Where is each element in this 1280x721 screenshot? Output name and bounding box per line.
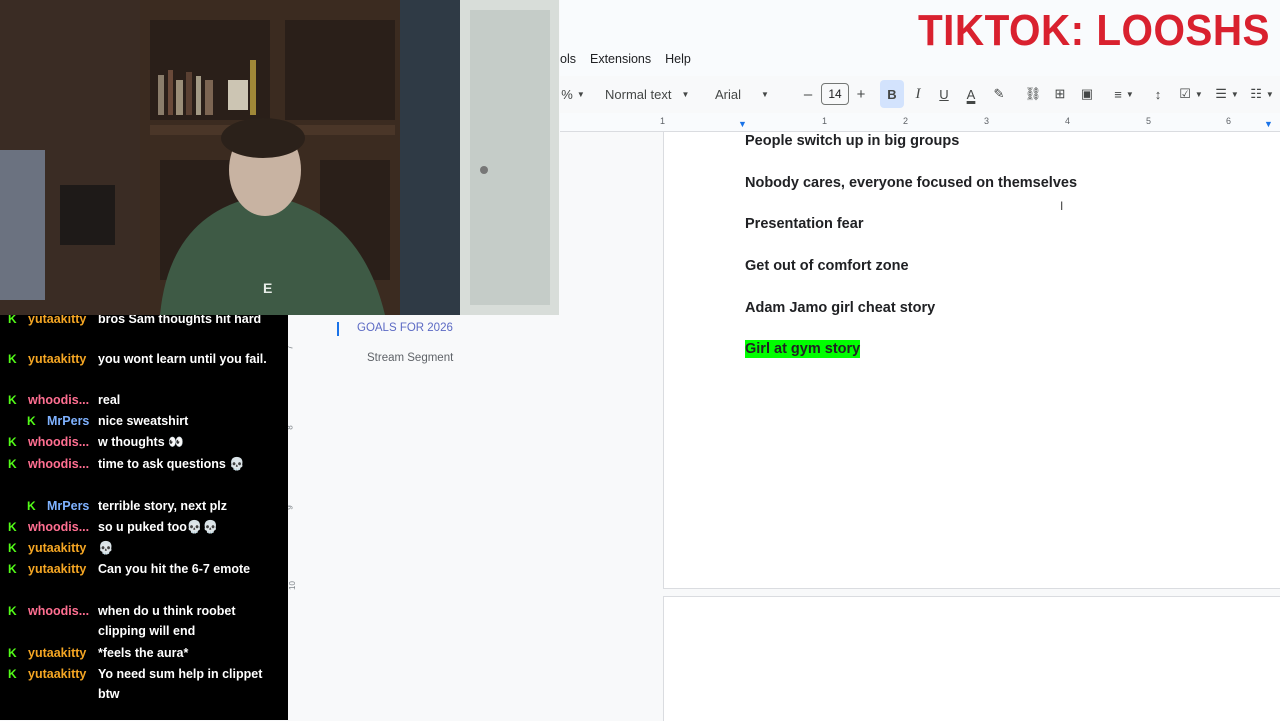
doc-line-highlighted: Girl at gym story [745, 340, 861, 358]
tiktok-overlay: TIKTOK: LOOSHS [918, 6, 1271, 55]
chat-text: Can you hit the 6-7 emote [98, 562, 251, 576]
menu-bar: ols Extensions Help [560, 52, 705, 70]
chat-text: so u puked too💀💀 [98, 520, 219, 534]
text-color-button[interactable]: A [960, 80, 982, 108]
chat-username[interactable]: yutaakitty [28, 643, 86, 663]
chat-text: nice sweatshirt [98, 414, 189, 428]
chat-username[interactable]: yutaakitty [28, 559, 86, 579]
align-icon[interactable]: ≡ ▼ [1109, 80, 1139, 108]
indent-marker-icon[interactable]: ▼ [738, 119, 747, 129]
kick-badge-icon: K [8, 562, 17, 576]
bold-button[interactable]: B [880, 80, 904, 108]
kick-badge-icon: K [8, 604, 17, 618]
outline-active-marker [337, 322, 339, 336]
chat-text: you wont learn until you fail. [98, 352, 267, 366]
kick-badge-icon: K [8, 393, 17, 407]
text-cursor-icon: I [1060, 199, 1064, 213]
comment-icon[interactable]: ⊞ [1049, 80, 1071, 108]
link-icon[interactable]: ⛓ [1022, 80, 1044, 108]
chat-text: when do u think roobet clipping will end [98, 604, 236, 638]
doc-line: Adam Jamo girl cheat story [745, 300, 936, 316]
outline-item-stream-segment[interactable]: Stream Segment [367, 352, 453, 364]
style-select[interactable]: Normal text ▼ [605, 80, 697, 108]
chat-text: 💀 [98, 541, 114, 555]
italic-button[interactable]: I [907, 80, 929, 108]
chat-username[interactable]: whoodis... [28, 432, 89, 452]
increase-size-button[interactable]: + [852, 80, 870, 108]
numbered-list-icon[interactable]: ☷ ▼ [1247, 80, 1277, 108]
chat-text: bros Sam thoughts hit hard [98, 315, 262, 326]
kick-badge-icon: K [8, 435, 17, 449]
chat-username[interactable]: yutaakitty [28, 349, 86, 369]
font-select[interactable]: Arial ▼ [715, 80, 785, 108]
doc-line: Presentation fear [745, 216, 864, 232]
chat-username[interactable]: yutaakitty [28, 315, 86, 329]
doc-line: People switch up in big groups [745, 133, 960, 149]
hoodie-letter: E [263, 280, 272, 296]
document-page-next[interactable] [663, 596, 1280, 721]
line-spacing-icon[interactable]: ↕ [1147, 80, 1169, 108]
webcam-scene: E [0, 0, 559, 315]
vertical-ruler: 7 8 9 10 [286, 315, 303, 720]
decrease-size-button[interactable]: – [799, 80, 817, 108]
bullet-list-icon[interactable]: ☰ ▼ [1211, 80, 1243, 108]
kick-badge-icon: K [8, 520, 17, 534]
webcam-feed: E [0, 0, 559, 315]
chevron-down-icon: ▼ [681, 89, 690, 99]
kick-badge-icon: K [8, 457, 17, 471]
document-page[interactable] [663, 132, 1280, 589]
doc-line: Nobody cares, everyone focused on themse… [745, 175, 1078, 191]
chat-text: terrible story, next plz [98, 499, 227, 513]
kick-badge-icon: K [8, 646, 17, 660]
font-size-field[interactable]: 14 [820, 80, 850, 108]
doc-line: Get out of comfort zone [745, 258, 909, 274]
underline-button[interactable]: U [933, 80, 955, 108]
chat-username[interactable]: whoodis... [28, 601, 89, 621]
chat-username[interactable]: yutaakitty [28, 538, 86, 558]
chevron-down-icon: ▼ [761, 89, 769, 99]
chat-username[interactable]: whoodis... [28, 454, 89, 474]
chat-text: real [98, 393, 121, 407]
chat-username[interactable]: MrPers [47, 496, 89, 516]
menu-extensions[interactable]: Extensions [590, 52, 651, 70]
image-icon[interactable]: ▣ [1076, 80, 1098, 108]
kick-badge-icon: K [8, 315, 17, 326]
chat-username[interactable]: whoodis... [28, 517, 89, 537]
chat-username[interactable]: MrPers [47, 411, 89, 431]
chevron-down-icon: ▼ [576, 89, 585, 99]
kick-badge-icon: K [8, 667, 17, 681]
kick-badge-icon: K [8, 352, 17, 366]
chat-text: *feels the aura* [98, 646, 189, 660]
chat-username[interactable]: yutaakitty [28, 664, 86, 684]
chat-text: time to ask questions 💀 [98, 457, 245, 471]
menu-tools[interactable]: ols [560, 52, 576, 70]
kick-badge-icon: K [27, 414, 36, 428]
outline-item-goals[interactable]: GOALS FOR 2026 [357, 322, 453, 334]
toolbar: % ▼ Normal text ▼ Arial ▼ – 14 + B I U A ✎ … [555, 80, 1280, 108]
chat-text: Yo need sum help in clippet btw [98, 667, 263, 701]
menu-help[interactable]: Help [665, 52, 691, 70]
chat-text: w thoughts 👀 [98, 435, 184, 449]
highlight-icon[interactable]: ✎ [988, 80, 1010, 108]
checklist-icon[interactable]: ☑ ▼ [1175, 80, 1207, 108]
document-outline [302, 315, 663, 720]
kick-badge-icon: K [8, 541, 17, 555]
stream-chat: Kyutaakitty bros Sam thoughts hit hard Kyu… [0, 315, 288, 720]
zoom-select[interactable]: % ▼ [557, 80, 589, 108]
chat-username[interactable]: whoodis... [28, 390, 89, 410]
ruler[interactable]: 1 ▼ 1 2 3 4 5 6 ▼ [560, 113, 1280, 132]
kick-badge-icon: K [27, 499, 36, 513]
right-indent-marker-icon[interactable]: ▼ [1264, 119, 1273, 129]
